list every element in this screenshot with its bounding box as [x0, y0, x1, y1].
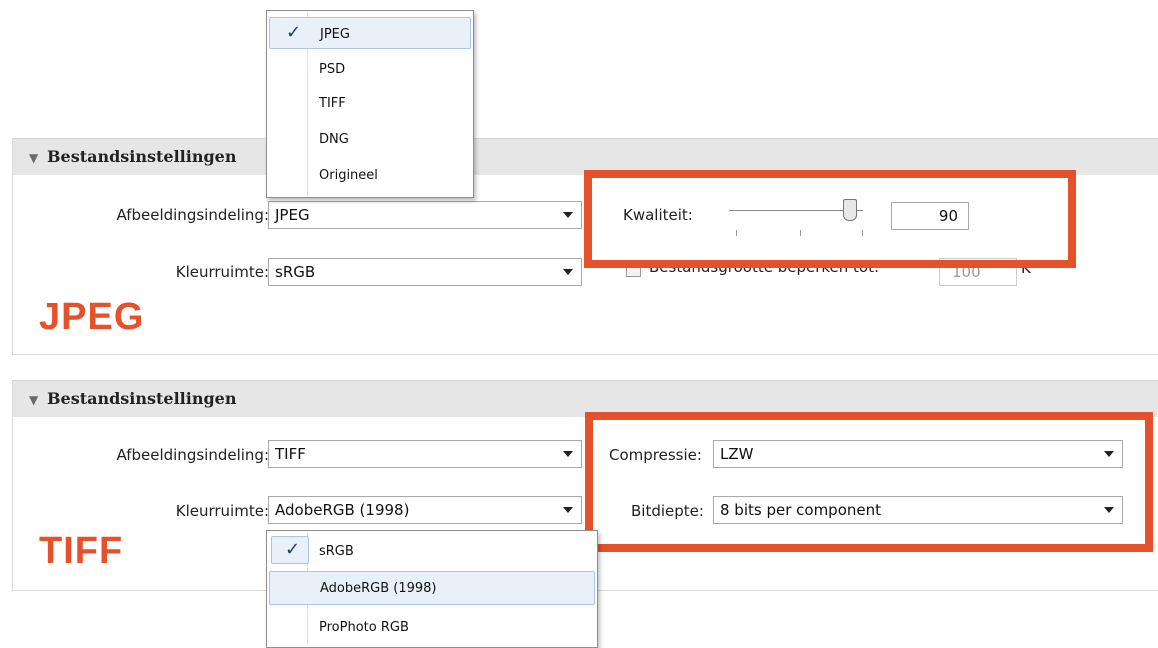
menu-item-label: TIFF	[319, 96, 346, 111]
format-label: Afbeeldingsindeling:	[116, 446, 269, 464]
tiff-options-highlight-box	[585, 412, 1153, 552]
format-select[interactable]: TIFF	[268, 440, 582, 468]
colorspace-select[interactable]: sRGB	[268, 258, 582, 286]
jpeg-caption: JPEG	[39, 296, 145, 338]
collapse-triangle-icon[interactable]: ▼	[29, 393, 38, 407]
panel-title: Bestandsinstellingen	[47, 389, 237, 408]
menu-item-label: Origineel	[319, 168, 378, 183]
colorspace-select-value: AdobeRGB (1998)	[275, 501, 410, 519]
menu-item-label: PSD	[319, 62, 346, 77]
collapse-triangle-icon[interactable]: ▼	[29, 151, 38, 165]
menu-item-label: DNG	[319, 132, 349, 147]
format-select-value: TIFF	[275, 445, 306, 463]
chevron-down-icon	[563, 269, 573, 275]
menu-item-tiff[interactable]: TIFF	[269, 87, 471, 119]
tiff-caption: TIFF	[39, 530, 124, 572]
menu-item-jpeg[interactable]: ✓ JPEG	[269, 17, 471, 49]
menu-item-origineel[interactable]: Origineel	[269, 159, 471, 191]
chevron-down-icon	[563, 507, 573, 513]
colorspace-label: Kleurruimte:	[175, 263, 269, 281]
chevron-down-icon	[563, 212, 573, 218]
menu-item-label: AdobeRGB (1998)	[320, 581, 437, 596]
checkmark-icon: ✓	[285, 539, 301, 560]
panel-title: Bestandsinstellingen	[47, 147, 237, 166]
format-select[interactable]: JPEG	[268, 201, 582, 229]
menu-item-prophoto[interactable]: ProPhoto RGB	[269, 611, 595, 643]
colorspace-select-value: sRGB	[275, 263, 316, 281]
quality-highlight-box	[584, 170, 1076, 268]
menu-item-dng[interactable]: DNG	[269, 123, 471, 155]
chevron-down-icon	[563, 451, 573, 457]
menu-item-adobergb[interactable]: AdobeRGB (1998)	[269, 571, 595, 605]
menu-item-label: ProPhoto RGB	[319, 620, 409, 635]
format-dropdown-menu: ✓ JPEG PSD TIFF DNG Origineel	[266, 10, 474, 198]
format-label: Afbeeldingsindeling:	[116, 206, 269, 224]
colorspace-select[interactable]: AdobeRGB (1998)	[268, 496, 582, 524]
format-select-value: JPEG	[275, 206, 310, 224]
colorspace-label: Kleurruimte:	[175, 502, 269, 520]
menu-item-psd[interactable]: PSD	[269, 53, 471, 85]
menu-item-label: sRGB	[319, 544, 354, 559]
menu-item-srgb[interactable]: ✓ sRGB	[269, 535, 595, 567]
checkmark-icon: ✓	[286, 22, 302, 43]
colorspace-dropdown-menu: ✓ sRGB AdobeRGB (1998) ProPhoto RGB	[266, 530, 598, 648]
menu-item-label: JPEG	[320, 27, 350, 42]
